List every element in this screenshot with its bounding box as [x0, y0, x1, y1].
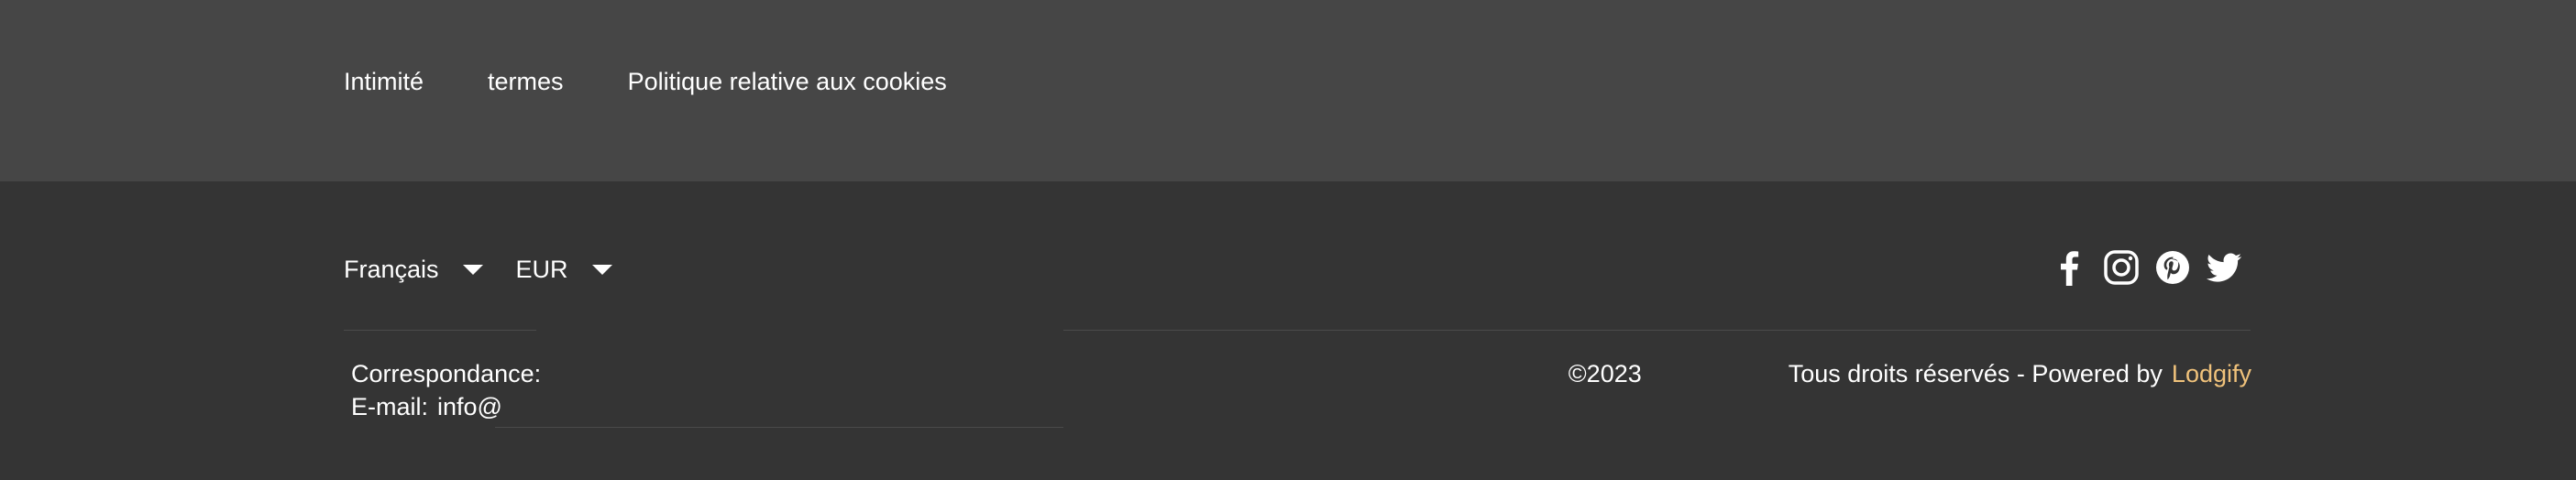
email-value[interactable]: info@	[437, 390, 502, 423]
language-selector[interactable]: Français	[344, 254, 483, 285]
privacy-link[interactable]: Intimité	[344, 66, 424, 97]
pinterest-icon[interactable]	[2154, 249, 2191, 286]
legal-links: Intimité termes Politique relative aux c…	[344, 66, 947, 97]
contact-divider	[495, 427, 1063, 428]
instagram-icon[interactable]	[2103, 249, 2140, 286]
locale-selectors: Français EUR	[344, 254, 612, 285]
lodgify-link[interactable]: Lodgify	[2172, 357, 2251, 390]
language-selector-label: Français	[344, 256, 439, 283]
facebook-icon[interactable]	[2052, 249, 2088, 286]
divider-gap	[536, 328, 1063, 332]
copyright-rights: Tous droits réservés - Powered by	[1788, 360, 2163, 387]
currency-selector[interactable]: EUR	[516, 254, 612, 285]
cookie-policy-link[interactable]: Politique relative aux cookies	[628, 66, 947, 97]
footer-bottom-band: Français EUR Correspondance: E-mail: inf…	[0, 181, 2576, 480]
contact-info: Correspondance: E-mail: info@	[351, 357, 541, 423]
copyright-year: ©2023	[1568, 360, 1642, 387]
email-label: E-mail:	[351, 393, 429, 420]
chevron-down-icon	[591, 264, 612, 275]
footer-links-band: Intimité termes Politique relative aux c…	[0, 0, 2576, 181]
currency-selector-label: EUR	[515, 256, 568, 283]
mail-label: Correspondance:	[351, 360, 542, 387]
social-links	[2052, 249, 2242, 286]
terms-link[interactable]: termes	[488, 66, 564, 97]
twitter-icon[interactable]	[2206, 249, 2242, 286]
copyright: ©2023 Tous droits réservés - Powered by …	[1569, 357, 2251, 390]
chevron-down-icon	[462, 264, 483, 275]
